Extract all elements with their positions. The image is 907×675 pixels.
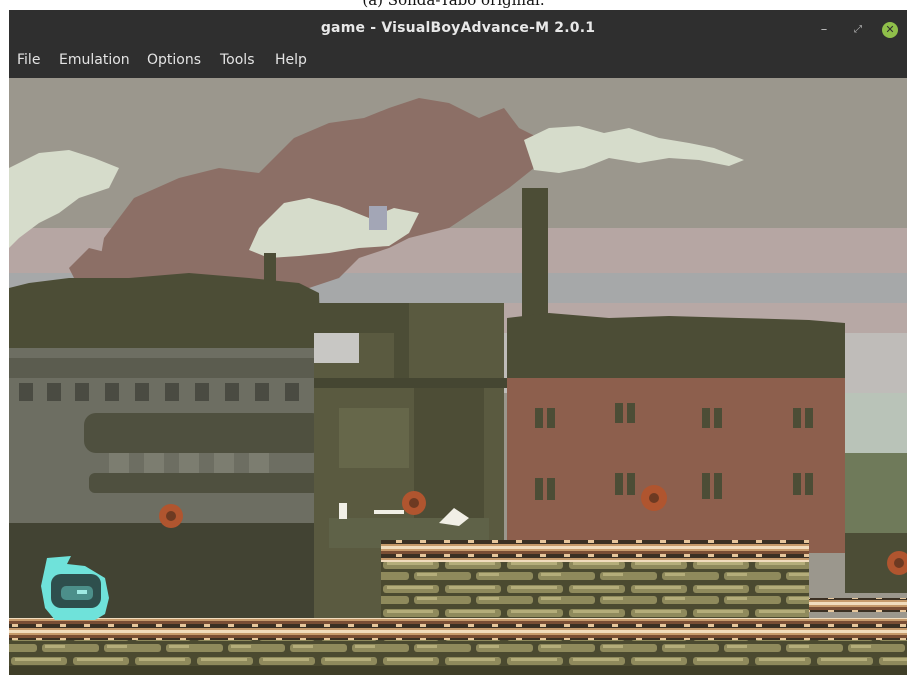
window-title: game - VisualBoyAdvance-M 2.0.1 (320, 20, 596, 36)
menu-help[interactable]: Help (275, 52, 307, 68)
building-right (507, 378, 845, 553)
title-bar[interactable]: game - VisualBoyAdvance-M 2.0.1 – ⤢ ✕ (9, 10, 907, 48)
close-icon: ✕ (882, 22, 898, 38)
restore-button[interactable]: ⤢ (847, 19, 869, 41)
restore-icon: ⤢ (854, 24, 862, 35)
emulator-window: game - VisualBoyAdvance-M 2.0.1 – ⤢ ✕ Fi… (9, 10, 907, 675)
close-button[interactable]: ✕ (879, 19, 901, 41)
chimney (522, 188, 548, 328)
figure-caption: (a) Sonda-Tabo original. (0, 0, 907, 10)
platform-bricks-upper (381, 562, 809, 622)
menu-emulation[interactable]: Emulation (59, 52, 130, 68)
menu-file[interactable]: File (17, 52, 40, 68)
menu-bar: File Emulation Options Tools Help (9, 48, 907, 76)
menu-options[interactable]: Options (147, 52, 201, 68)
minimize-icon: – (820, 22, 828, 37)
minimize-button[interactable]: – (813, 19, 835, 41)
game-screen[interactable] (9, 78, 907, 675)
ground-rail (9, 618, 907, 640)
building-left-roof (9, 273, 321, 358)
figure-caption-text: (a) Sonda-Tabo original. (362, 0, 545, 9)
game-scene (9, 78, 907, 675)
menu-tools[interactable]: Tools (220, 52, 255, 68)
platform-rail-upper (381, 540, 809, 562)
